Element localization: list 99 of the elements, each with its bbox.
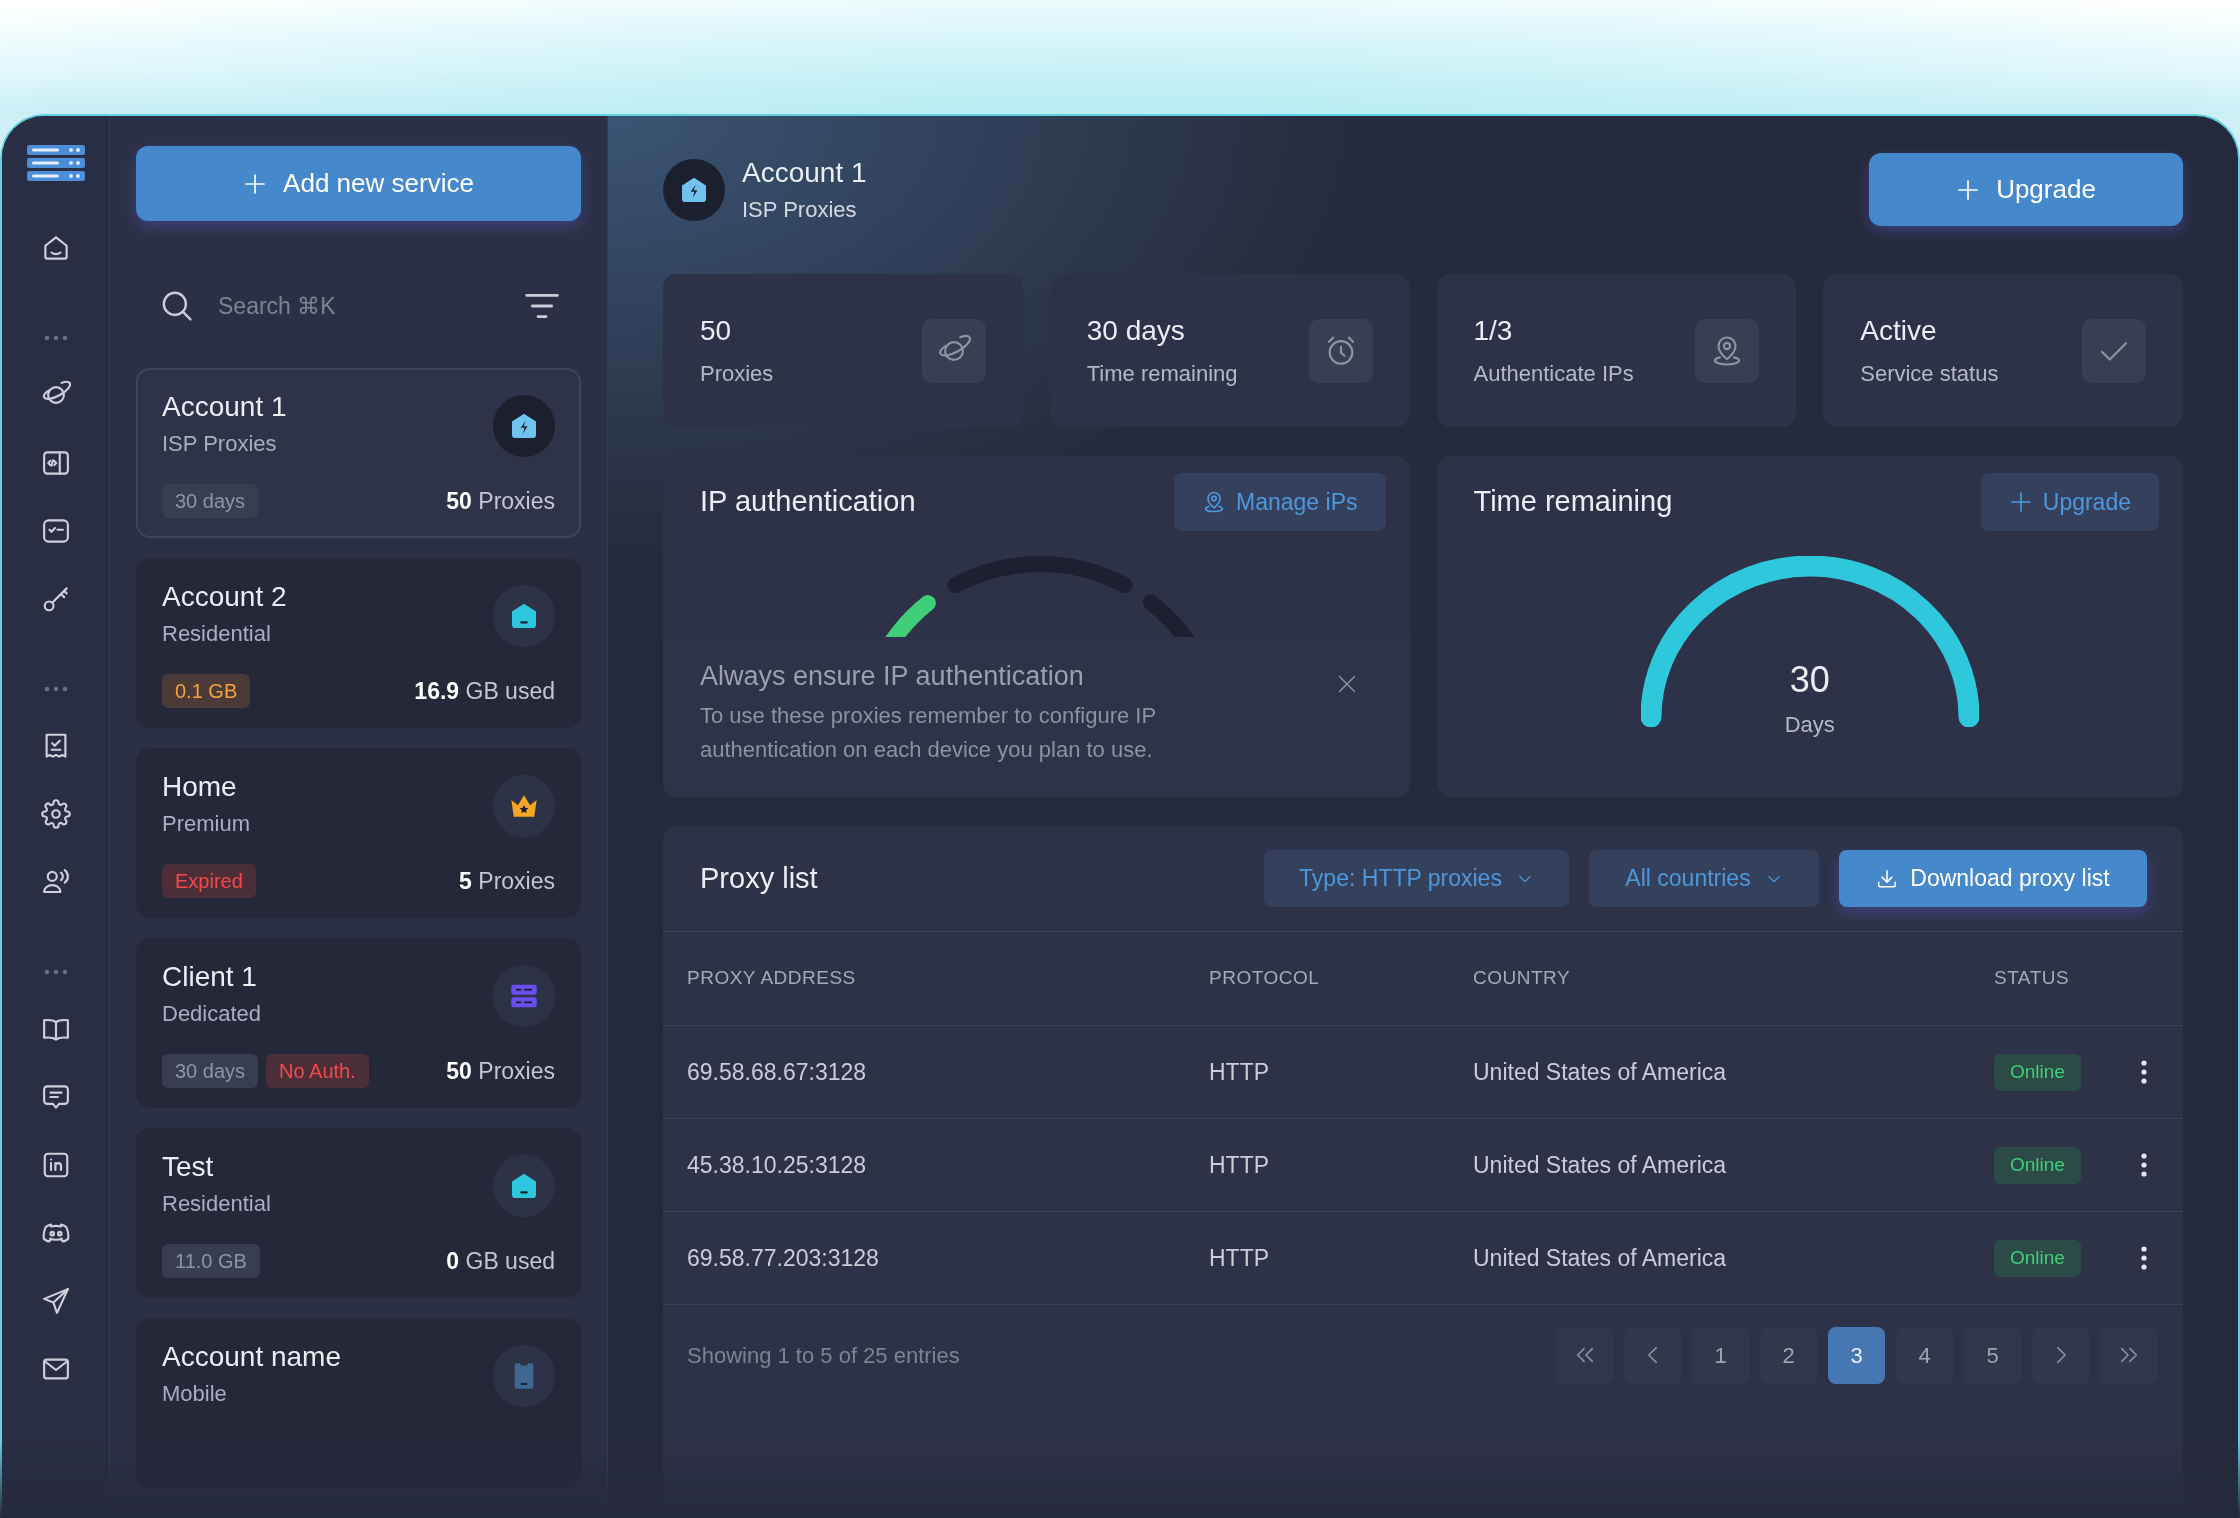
planet-icon [921,318,986,383]
proxy-address: 69.58.68.67:3128 [687,1057,868,1087]
usage-text: 50 Proxies [446,1056,555,1086]
protocol-text: HTTP [1209,1150,1271,1180]
notice-title: Always ensure IP authentication [700,660,1085,692]
page-button[interactable]: 5 [1964,1326,2021,1384]
terminal-window-icon[interactable] [40,516,71,546]
download-button[interactable]: Download proxy list [1839,850,2147,907]
tag: No Auth. [266,1053,369,1088]
column-header: STATUS [1994,966,2071,991]
dots-separator-icon [43,686,68,692]
gauge-value: 30 [1789,658,1830,702]
card-title: Time remaining [1473,484,1673,520]
dots-separator-icon [43,969,68,975]
proxy-address: 69.58.77.203:3128 [687,1243,880,1273]
page-button[interactable]: 1 [1692,1326,1749,1384]
notice-text: To use these proxies remember to configure IP authentication on each device you plan to use. [700,702,1157,764]
column-header: COUNTRY [1473,966,1572,991]
tag: Expired [162,863,256,898]
service-card[interactable]: Home Premium Expired 5 Proxies [136,748,581,918]
service-type: Residential [162,620,272,648]
header-title: Account 1 [742,155,867,190]
service-card[interactable]: Client 1 Dedicated 30 days No Auth. 50 Proxies [136,938,581,1108]
upgrade-button[interactable]: Upgrade [1869,153,2183,226]
service-type: Dedicated [162,1000,262,1028]
code-window-icon[interactable] [40,448,71,478]
filter-icon[interactable] [525,292,559,320]
service-card[interactable]: Test Residential 11.0 GB 0 GB used [136,1128,581,1298]
kebab-menu-icon[interactable] [2141,1245,2147,1271]
service-title: Account 2 [162,580,287,614]
server-stack-logo-icon[interactable] [26,145,85,181]
download-icon [1876,867,1899,890]
stat-value: Active [1860,313,1938,348]
stat-label: Authenticate IPs [1473,359,1634,388]
search-field[interactable]: Search ⌘K [218,284,501,328]
protocol-text: HTTP [1209,1057,1271,1087]
close-icon[interactable] [1336,674,1357,694]
status-badge: Online [1994,1053,2081,1091]
status-badge: Online [1994,1239,2081,1277]
stat-label: Service status [1860,359,1999,388]
usage-text: 16.9 GB used [414,676,555,706]
plus-icon [1956,177,1981,202]
proxy-address: 45.38.10.25:3128 [687,1150,868,1180]
service-title: Account name [162,1340,341,1374]
plus-icon [2008,490,2033,514]
tag: 30 days [162,1053,259,1088]
page-button[interactable]: 4 [1896,1326,1953,1384]
page-button[interactable]: 3 [1828,1326,1885,1384]
tag: 30 days [162,483,259,518]
chat-icon[interactable] [40,1082,71,1112]
column-header: PROXY ADDRESS [687,966,857,991]
page-button[interactable]: 2 [1760,1326,1817,1384]
kebab-menu-icon[interactable] [2141,1059,2147,1085]
card-title: Proxy list [700,860,818,896]
manage-ips-button[interactable]: Manage iPs [1174,473,1386,531]
location-pin-icon [1695,318,1760,383]
stat-value: 50 [700,313,733,348]
service-card[interactable]: Account 1 ISP Proxies 30 days 50 Proxies [136,368,581,538]
paper-plane-icon[interactable] [40,1286,71,1316]
type-filter-dropdown[interactable]: Type: HTTP proxies [1264,850,1569,907]
service-title: Account 1 [162,390,287,424]
tag: 0.1 GB [162,673,251,708]
service-card[interactable]: Account name Mobile [136,1318,581,1488]
service-type: Mobile [162,1380,228,1408]
column-header: PROTOCOL [1209,966,1321,991]
stat-label: Time remaining [1086,359,1238,388]
usage-text: 5 Proxies [459,866,555,896]
service-title: Client 1 [162,960,258,994]
usage-text: 0 GB used [446,1246,555,1276]
service-type: Residential [162,1190,271,1218]
country-filter-dropdown[interactable]: All countries [1589,850,1819,907]
header-subtitle: ISP Proxies [742,195,858,224]
settings-icon[interactable] [40,799,71,829]
stat-label: Proxies [700,359,774,388]
gauge-unit: Days [1784,711,1835,739]
stat-value: 1/3 [1473,313,1514,348]
protocol-text: HTTP [1209,1243,1271,1273]
plus-icon [243,171,268,196]
alarm-clock-icon [1308,318,1373,383]
card-title: IP authentication [700,484,916,520]
service-type: ISP Proxies [162,430,278,458]
status-badge: Online [1994,1146,2081,1184]
upgrade-button[interactable]: Upgrade [1980,473,2159,531]
service-title: Test [162,1150,215,1184]
country-text: United States of America [1473,1150,1728,1180]
dots-separator-icon [43,335,68,341]
service-card[interactable]: Account 2 Residential 0.1 GB 16.9 GB used [136,558,581,728]
usage-text: 50 Proxies [446,486,555,516]
tag: 11.0 GB [162,1243,260,1278]
kebab-menu-icon[interactable] [2141,1152,2147,1178]
service-type: Premium [162,810,250,838]
add-service-button[interactable]: Add new service [136,146,581,221]
country-text: United States of America [1473,1243,1728,1273]
check-icon [2082,318,2146,383]
entries-summary: Showing 1 to 5 of 25 entries [687,1341,960,1370]
search-icon [160,289,194,323]
service-title: Home [162,770,238,804]
stat-value: 30 days [1086,313,1186,348]
country-text: United States of America [1473,1057,1728,1087]
